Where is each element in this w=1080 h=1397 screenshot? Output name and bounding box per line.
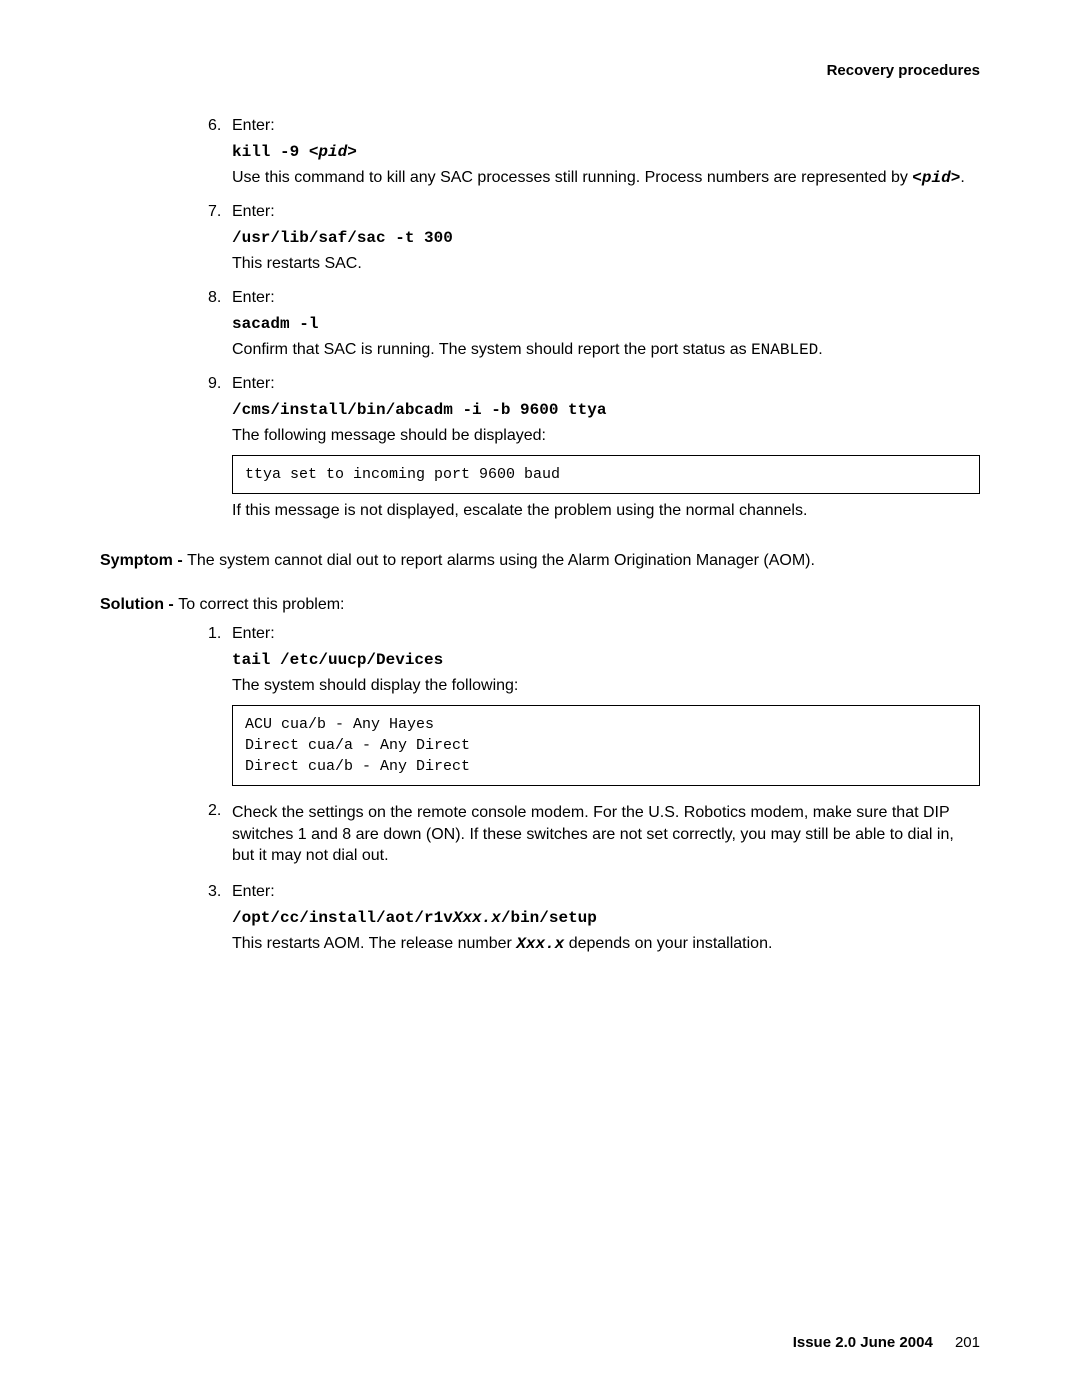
step-number: 3. <box>208 883 232 961</box>
step-number: 7. <box>208 203 232 281</box>
step-number: 6. <box>208 117 232 195</box>
step-b1: 1. Enter: tail /etc/uucp/Devices The sys… <box>208 625 980 794</box>
procedure-list-b: 1. Enter: tail /etc/uucp/Devices The sys… <box>100 625 980 961</box>
symptom-paragraph: Symptom - The system cannot dial out to … <box>100 550 980 572</box>
output-box: ACU cua/b - Any Hayes Direct cua/a - Any… <box>232 705 980 786</box>
step-command: /usr/lib/saf/sac -t 300 <box>232 229 980 247</box>
step-intro: Enter: <box>232 625 980 643</box>
step-7: 7. Enter: /usr/lib/saf/sac -t 300 This r… <box>208 203 980 281</box>
step-command: tail /etc/uucp/Devices <box>232 651 980 669</box>
step-command: sacadm -l <box>232 315 980 333</box>
step-text: Check the settings on the remote console… <box>232 802 980 867</box>
step-desc: The system should display the following: <box>232 677 980 695</box>
step-desc: This restarts AOM. The release number Xx… <box>232 935 980 953</box>
step-9: 9. Enter: /cms/install/bin/abcadm -i -b … <box>208 375 980 528</box>
step-desc: The following message should be displaye… <box>232 427 980 445</box>
step-desc: Confirm that SAC is running. The system … <box>232 341 980 359</box>
step-intro: Enter: <box>232 883 980 901</box>
step-intro: Enter: <box>232 117 980 135</box>
step-intro: Enter: <box>232 289 980 307</box>
step-command: /opt/cc/install/aot/r1vXxx.x/bin/setup <box>232 909 980 927</box>
solution-paragraph: Solution - To correct this problem: <box>100 594 980 616</box>
step-number: 9. <box>208 375 232 528</box>
step-desc: Use this command to kill any SAC process… <box>232 169 980 187</box>
section-header: Recovery procedures <box>100 62 980 79</box>
step-after: If this message is not displayed, escala… <box>232 502 980 520</box>
step-intro: Enter: <box>232 375 980 393</box>
step-6: 6. Enter: kill -9 <pid> Use this command… <box>208 117 980 195</box>
step-number: 2. <box>208 802 232 875</box>
step-number: 1. <box>208 625 232 794</box>
step-8: 8. Enter: sacadm -l Confirm that SAC is … <box>208 289 980 367</box>
document-page: Recovery procedures 6. Enter: kill -9 <p… <box>0 0 1080 1397</box>
output-box: ttya set to incoming port 9600 baud <box>232 455 980 494</box>
procedure-list-a: 6. Enter: kill -9 <pid> Use this command… <box>100 117 980 528</box>
step-b3: 3. Enter: /opt/cc/install/aot/r1vXxx.x/b… <box>208 883 980 961</box>
step-command: kill -9 <pid> <box>232 143 980 161</box>
page-number: 201 <box>955 1334 980 1351</box>
step-command: /cms/install/bin/abcadm -i -b 9600 ttya <box>232 401 980 419</box>
issue-label: Issue 2.0 June 2004 <box>793 1334 933 1351</box>
step-desc: This restarts SAC. <box>232 255 980 273</box>
step-b2: 2. Check the settings on the remote cons… <box>208 802 980 875</box>
step-number: 8. <box>208 289 232 367</box>
step-intro: Enter: <box>232 203 980 221</box>
page-footer: Issue 2.0 June 2004 201 <box>793 1334 980 1351</box>
